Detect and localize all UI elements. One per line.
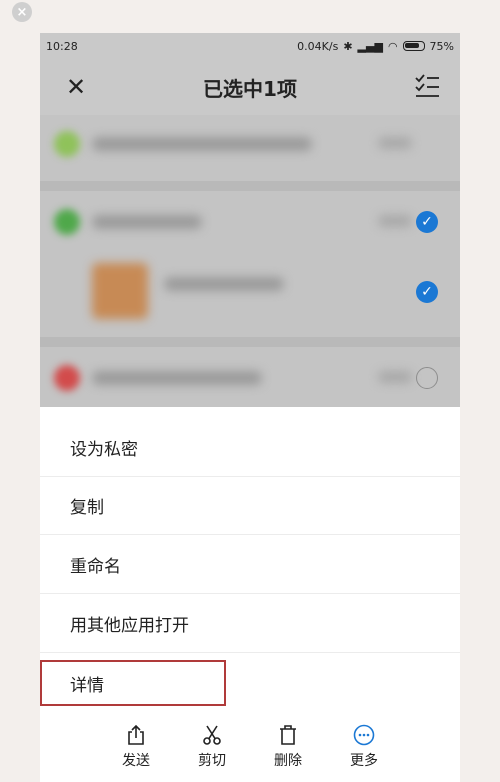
cut-button[interactable]: 剪切: [192, 716, 232, 782]
status-bar: 10:28 0.04K/s ✱ ▂▄▆ ◠ 75%: [40, 33, 460, 59]
bottom-toolbar: 发送 剪切 删除 更多: [40, 716, 460, 782]
divider: [40, 181, 460, 191]
blurred-text: [92, 137, 312, 151]
close-icon[interactable]: ×: [12, 2, 32, 22]
cut-label: 剪切: [198, 753, 226, 769]
scissors-icon: [203, 725, 221, 745]
delete-label: 删除: [274, 753, 302, 769]
list-item: [40, 349, 460, 407]
blurred-text: [378, 137, 412, 149]
menu-item-label: 复制: [70, 498, 104, 518]
more-label: 更多: [350, 753, 378, 769]
phone-screen: 10:28 0.04K/s ✱ ▂▄▆ ◠ 75% ✕ 已选中1项 ✓ ✓ 设为…: [40, 33, 460, 782]
close-icon[interactable]: ✕: [62, 73, 90, 101]
folder-icon: [54, 209, 80, 235]
send-label: 发送: [122, 753, 150, 769]
checkbox-checked-icon[interactable]: ✓: [416, 211, 438, 233]
menu-item-label: 设为私密: [70, 440, 138, 460]
battery-percent: 75%: [429, 39, 454, 53]
menu-item-label: 重命名: [70, 557, 121, 577]
menu-item-copy[interactable]: 复制: [40, 477, 460, 535]
highlight-box: [40, 660, 226, 706]
list-item: ✓: [40, 255, 460, 331]
blurred-text: [92, 215, 202, 229]
menu-item-open-with[interactable]: 用其他应用打开: [40, 595, 460, 653]
more-button[interactable]: 更多: [344, 716, 384, 782]
more-icon: [353, 724, 375, 746]
blurred-text: [92, 371, 262, 385]
select-all-icon[interactable]: [414, 73, 440, 99]
blurred-text: [378, 371, 412, 383]
bluetooth-icon: ✱: [343, 39, 353, 53]
send-button[interactable]: 发送: [116, 716, 156, 782]
status-indicators: 0.04K/s ✱ ▂▄▆ ◠ 75%: [297, 40, 454, 53]
signal-icon: ▂▄▆: [357, 39, 383, 53]
file-thumbnail: [92, 263, 148, 319]
battery-icon: [402, 41, 425, 51]
file-list-dimmed: ✓ ✓: [40, 115, 460, 407]
folder-icon: [54, 365, 80, 391]
divider: [40, 337, 460, 347]
list-item: [40, 115, 460, 173]
blurred-text: [378, 215, 412, 227]
menu-item-rename[interactable]: 重命名: [40, 536, 460, 594]
checkbox-checked-icon[interactable]: ✓: [416, 281, 438, 303]
trash-icon: [280, 725, 296, 745]
blurred-text: [164, 277, 284, 291]
menu-item-label: 用其他应用打开: [70, 616, 189, 636]
page-title: 已选中1项: [203, 76, 297, 101]
checkbox-empty-icon[interactable]: [416, 367, 438, 389]
menu-item-set-private[interactable]: 设为私密: [40, 419, 460, 477]
title-bar: ✕ 已选中1项: [40, 59, 460, 115]
status-time: 10:28: [46, 39, 78, 53]
net-speed: 0.04K/s: [297, 39, 339, 53]
delete-button[interactable]: 删除: [268, 716, 308, 782]
share-icon: [128, 724, 144, 745]
folder-icon: [54, 131, 80, 157]
action-sheet: 设为私密 复制 重命名 用其他应用打开 详情 发送 剪切 删除 更多: [40, 407, 460, 782]
wifi-icon: ◠: [387, 39, 398, 53]
list-item: ✓: [40, 193, 460, 251]
